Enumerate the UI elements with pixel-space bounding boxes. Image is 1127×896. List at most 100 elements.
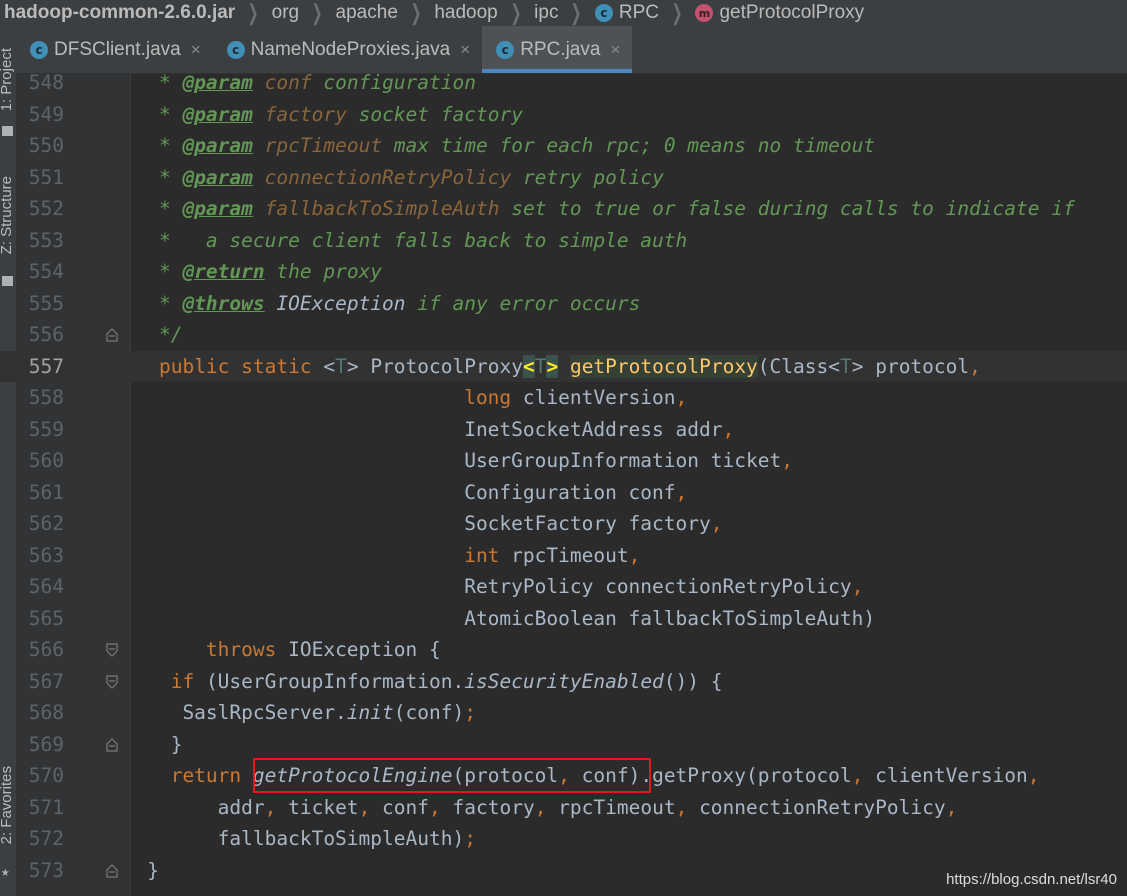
line-number: 558: [28, 386, 64, 409]
breadcrumb-item[interactable]: hadoop-common-2.6.0.jar: [0, 2, 241, 24]
code-token: retry policy: [511, 165, 664, 189]
code-token: clientVersion: [875, 764, 1028, 787]
code-line[interactable]: 562 SocketFactory factory,: [0, 508, 1127, 540]
breadcrumb-separator-icon: ❯: [311, 0, 323, 25]
code-token: isSecurityEnabled: [464, 669, 664, 693]
code-token: ,: [429, 795, 453, 819]
code-text: */: [112, 319, 183, 351]
code-token: the proxy: [264, 260, 383, 283]
code-line[interactable]: 554 * @return the proxy: [0, 256, 1127, 288]
line-number: 569: [28, 732, 64, 756]
code-text: UserGroupInformation ticket,: [112, 445, 793, 477]
code-token: IOException {: [288, 638, 441, 661]
code-token: *: [112, 291, 183, 315]
code-token: @param: [182, 71, 253, 94]
code-line[interactable]: 561 Configuration conf,: [0, 477, 1127, 509]
breadcrumb-item[interactable]: ipc: [530, 2, 564, 24]
code-token: T: [534, 354, 547, 378]
code-token: clientVersion: [522, 386, 676, 409]
breadcrumb-item[interactable]: apache: [332, 2, 404, 24]
code-line[interactable]: 550 * @param rpcTimeout max time for eac…: [0, 130, 1127, 162]
code-token: */: [112, 323, 183, 346]
breadcrumb-label: getProtocolProxy: [719, 2, 865, 23]
code-text: SaslRpcServer.init(conf);: [112, 697, 476, 729]
code-token: return: [170, 764, 253, 787]
code-token: fallbackToSimpleAuth): [112, 827, 465, 850]
line-number: 557: [28, 354, 64, 378]
code-text: addr, ticket, conf, factory, rpcTimeout,…: [112, 792, 958, 824]
code-line[interactable]: 551 * @param connectionRetryPolicy retry…: [0, 162, 1127, 194]
tab-namenodeproxies[interactable]: c NameNodeProxies.java ×: [213, 26, 483, 73]
code-token: @return: [182, 260, 265, 283]
close-icon[interactable]: ×: [460, 40, 470, 60]
watermark: https://blog.csdn.net/lsr40: [946, 871, 1117, 888]
code-token: *: [112, 197, 183, 220]
code-token: T: [335, 354, 347, 378]
line-number: 564: [28, 575, 64, 598]
breadcrumb-label: org: [271, 2, 300, 23]
code-token: UserGroupInformation ticket: [112, 449, 782, 472]
line-number: 553: [28, 228, 64, 252]
code-line[interactable]: 571 addr, ticket, conf, factory, rpcTime…: [0, 792, 1127, 824]
code-token: <: [522, 354, 535, 378]
code-token: public static: [158, 354, 324, 378]
tab-dfsclient[interactable]: c DFSClient.java ×: [16, 26, 213, 73]
code-line[interactable]: 557 public static <T> ProtocolProxy<T> g…: [0, 350, 1127, 382]
code-token: ,: [628, 543, 641, 567]
code-line[interactable]: 566 throws IOException {: [0, 634, 1127, 666]
code-token: connectionRetryPolicy: [264, 165, 512, 189]
code-text: throws IOException {: [112, 634, 441, 666]
code-line[interactable]: 568 SaslRpcServer.init(conf);: [0, 697, 1127, 729]
breadcrumb-item[interactable]: org: [268, 2, 305, 24]
code-token: ,: [851, 764, 876, 787]
code-line[interactable]: 569 }: [0, 729, 1127, 761]
code-token: ticket: [288, 795, 359, 819]
code-line[interactable]: 548 * @param conf configuration: [0, 67, 1127, 99]
code-line[interactable]: 563 int rpcTimeout,: [0, 540, 1127, 572]
code-line[interactable]: 565 AtomicBoolean fallbackToSimpleAuth): [0, 603, 1127, 635]
class-icon: c: [30, 40, 48, 59]
code-token: <: [323, 354, 336, 378]
tab-rpc[interactable]: c RPC.java ×: [482, 26, 633, 73]
close-icon[interactable]: ×: [610, 40, 620, 60]
code-line[interactable]: 558 long clientVersion,: [0, 382, 1127, 414]
line-number: 551: [28, 165, 64, 189]
tab-label: NameNodeProxies.java: [250, 38, 451, 60]
line-number: 548: [28, 71, 64, 94]
code-line[interactable]: 559 InetSocketAddress addr,: [0, 414, 1127, 446]
code-line[interactable]: 549 * @param factory socket factory: [0, 99, 1127, 131]
code-token: factory: [452, 795, 535, 819]
code-line[interactable]: 555 * @throws IOException if any error o…: [0, 288, 1127, 320]
code-line[interactable]: 567 if (UserGroupInformation.isSecurityE…: [0, 666, 1127, 698]
method-icon: m: [695, 4, 714, 22]
code-token: max time for each rpc; 0 means no timeou…: [382, 134, 876, 157]
breadcrumb-separator-icon: ❯: [247, 0, 259, 25]
code-text: fallbackToSimpleAuth);: [112, 823, 476, 855]
close-icon[interactable]: ×: [191, 40, 201, 60]
breadcrumb-item[interactable]: hadoop: [430, 2, 503, 24]
code-line[interactable]: 556 */: [0, 319, 1127, 351]
code-token: ,: [722, 417, 735, 441]
code-token: AtomicBoolean fallbackToSimpleAuth): [112, 606, 876, 630]
class-icon: c: [226, 40, 245, 59]
code-line[interactable]: 552 * @param fallbackToSimpleAuth set to…: [0, 193, 1127, 225]
code-line[interactable]: 560 UserGroupInformation ticket,: [0, 445, 1127, 477]
code-token: factory: [264, 102, 347, 126]
code-token: }: [112, 858, 159, 882]
code-line[interactable]: 553 * a secure client falls back to simp…: [0, 225, 1127, 257]
code-text: InetSocketAddress addr,: [112, 414, 734, 446]
code-token: ,: [1027, 764, 1040, 787]
code-token: rpcTimeout: [558, 795, 676, 819]
code-token: SocketFactory factory: [112, 512, 711, 535]
breadcrumb-item[interactable]: c RPC: [591, 2, 665, 24]
breadcrumb-item[interactable]: m getProtocolProxy: [691, 2, 870, 24]
line-number: 573: [28, 858, 64, 882]
code-line[interactable]: 572 fallbackToSimpleAuth);: [0, 823, 1127, 855]
code-token: (Class<: [757, 354, 840, 378]
code-text: * a secure client falls back to simple a…: [112, 225, 687, 257]
code-token: rpcTimeout: [511, 543, 629, 567]
code-line[interactable]: 564 RetryPolicy connectionRetryPolicy,: [0, 571, 1127, 603]
code-text: * @param rpcTimeout max time for each rp…: [112, 130, 875, 162]
